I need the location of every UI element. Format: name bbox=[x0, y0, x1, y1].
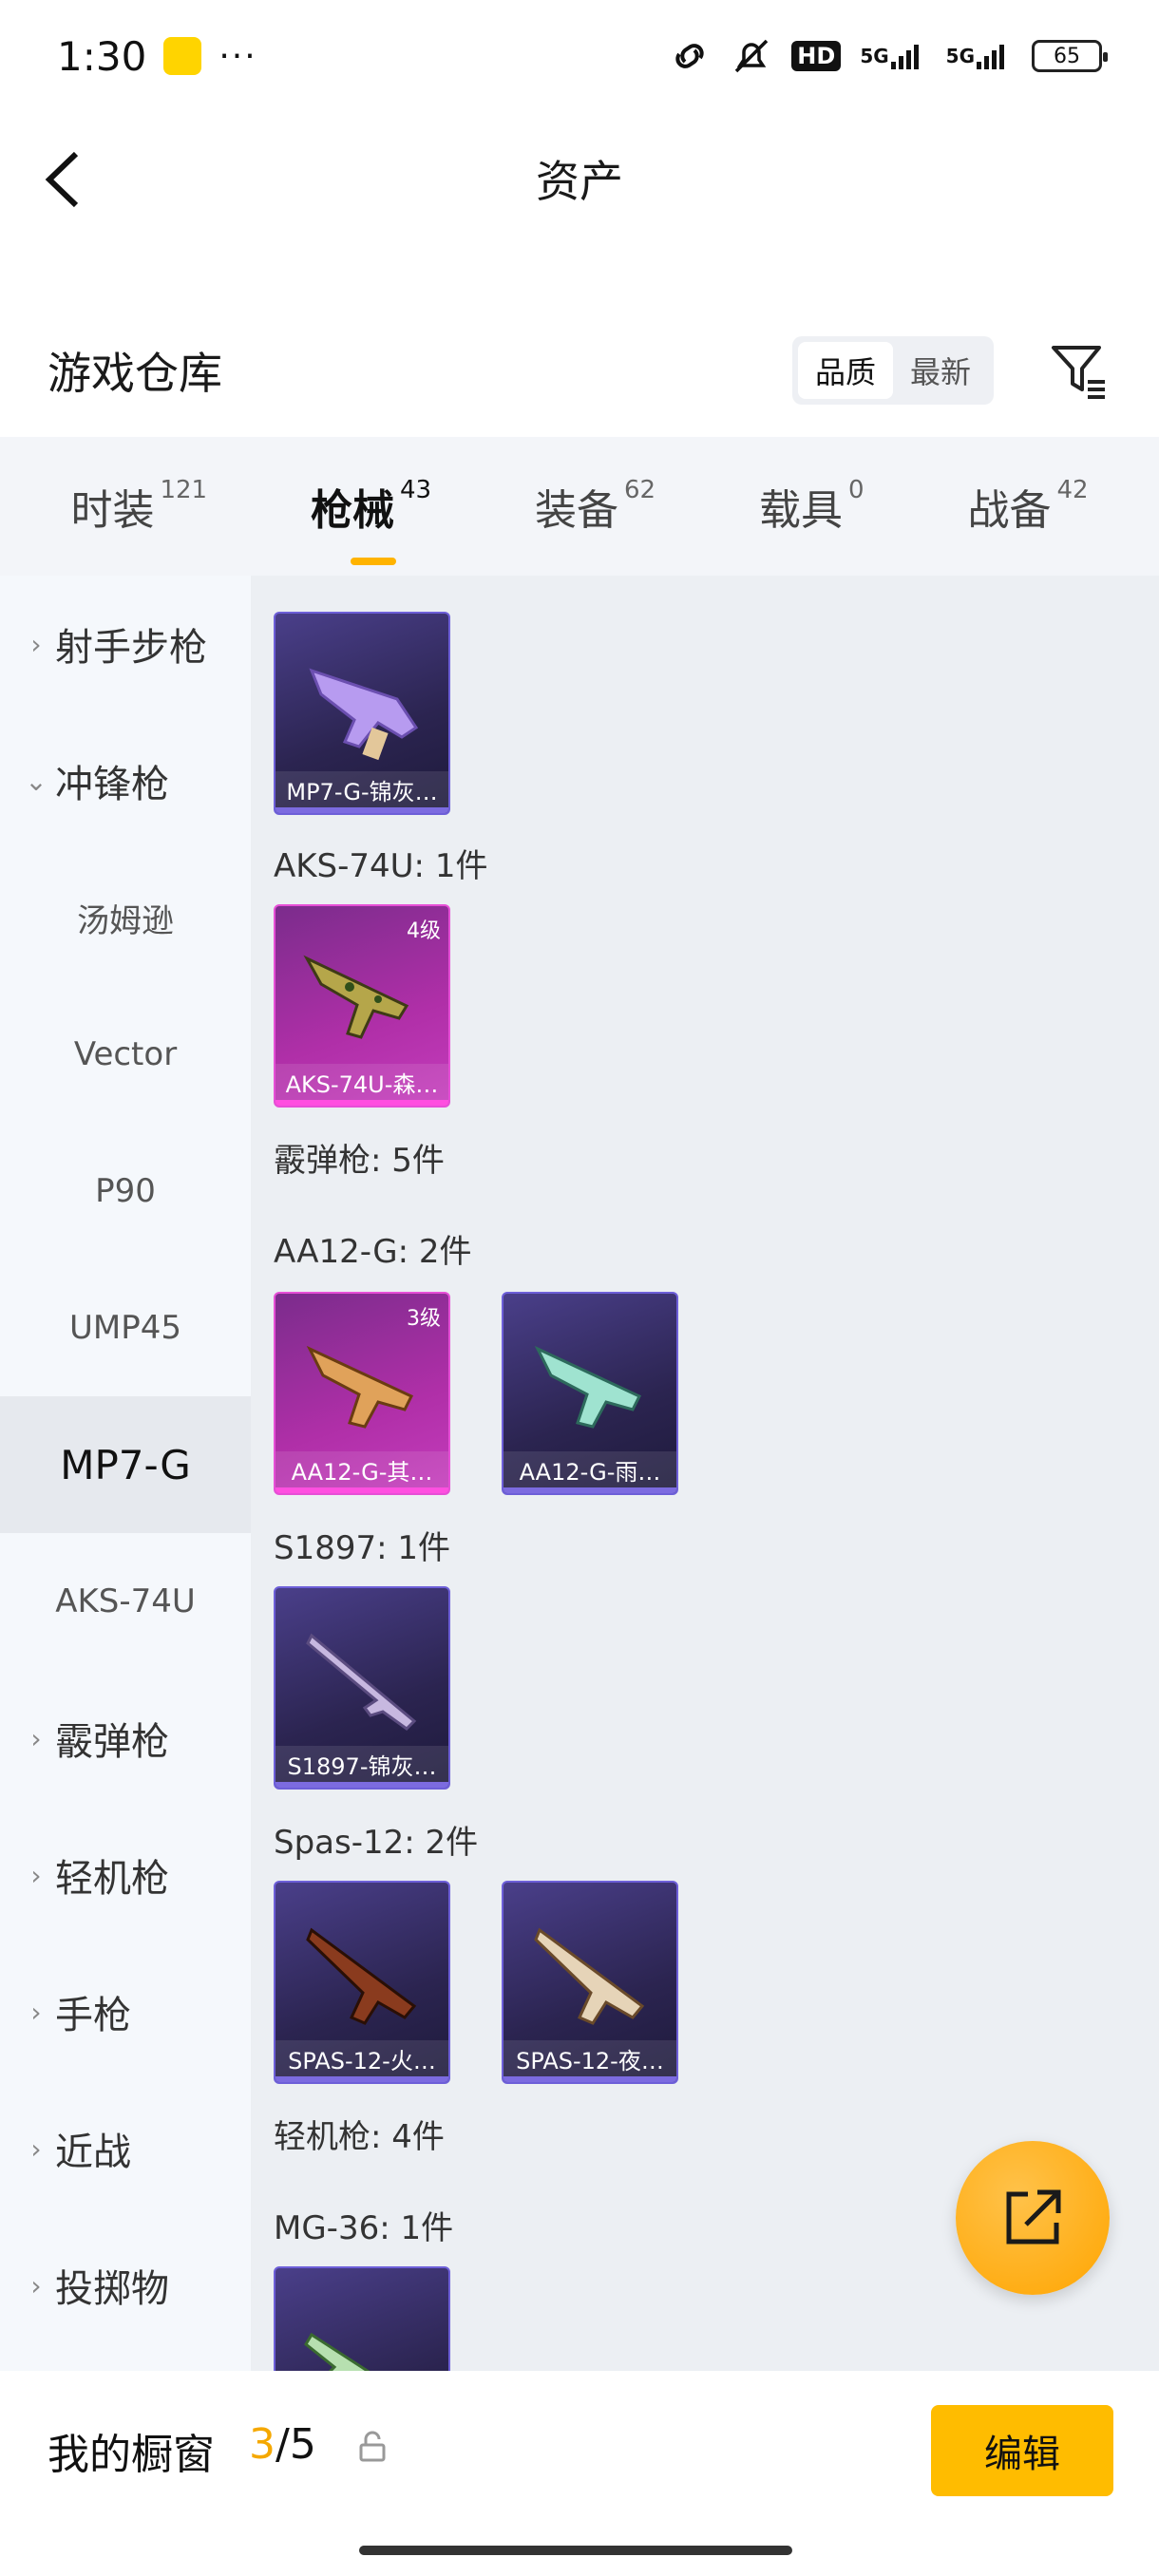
sort-newest[interactable]: 最新 bbox=[893, 342, 988, 399]
skin-card[interactable] bbox=[274, 2266, 450, 2371]
section-title: 游戏仓库 bbox=[48, 348, 222, 399]
link-icon bbox=[668, 41, 712, 71]
sidebar-item-ump45[interactable]: UMP45 bbox=[0, 1260, 251, 1396]
mute-icon bbox=[731, 37, 772, 75]
group-label: AKS-74U: 1件 bbox=[274, 847, 488, 885]
group-label: AA12-G: 2件 bbox=[274, 1233, 472, 1271]
showcase-label: 我的橱窗 bbox=[48, 2431, 215, 2479]
group-label: MG-36: 1件 bbox=[274, 2209, 454, 2247]
hd-badge: HD bbox=[791, 41, 842, 71]
chevron-right-icon: › bbox=[30, 2132, 42, 2165]
home-indicator bbox=[359, 2546, 792, 2555]
tab-weapons[interactable]: 枪械 43 bbox=[311, 476, 431, 565]
sidebar-item-smg[interactable]: ⌄ 冲锋枪 bbox=[0, 712, 251, 849]
spas12-skin-image bbox=[534, 1927, 645, 2025]
s1897-skin-image bbox=[306, 1633, 417, 1731]
more-notifications-icon: ··· bbox=[218, 36, 257, 76]
back-button[interactable] bbox=[38, 146, 95, 213]
share-button[interactable] bbox=[956, 2141, 1110, 2295]
sidebar-item-vector[interactable]: Vector bbox=[0, 986, 251, 1123]
sort-quality[interactable]: 品质 bbox=[797, 342, 893, 399]
tab-combat-gear[interactable]: 战备 42 bbox=[967, 476, 1088, 537]
tab-fashion[interactable]: 时装 121 bbox=[70, 476, 207, 537]
skin-name: AA12-G-雨… bbox=[504, 1451, 676, 1493]
nav-bar: 资产 bbox=[0, 112, 1159, 245]
skin-card[interactable]: 3级 AA12-G-其… bbox=[274, 1292, 450, 1495]
weapon-category-sidebar: › 射手步枪 ⌄ 冲锋枪 汤姆逊 Vector P90 UMP45 MP7-G AK… bbox=[0, 576, 251, 2371]
back-arrow-icon bbox=[45, 151, 79, 208]
skin-card[interactable]: AA12-G-雨… bbox=[502, 1292, 678, 1495]
sidebar-item-pistol[interactable]: › 手枪 bbox=[0, 1943, 251, 2080]
aks74u-skin-image bbox=[303, 955, 409, 1039]
skin-name: MP7-G-锦灰… bbox=[276, 771, 448, 813]
chevron-right-icon: › bbox=[30, 1722, 42, 1754]
share-icon bbox=[1006, 2189, 1061, 2245]
chevron-right-icon: › bbox=[30, 2269, 42, 2301]
group-label: 霰弹枪: 5件 bbox=[274, 1142, 445, 1180]
group-label: S1897: 1件 bbox=[274, 1529, 451, 1567]
tab-vehicles[interactable]: 载具 0 bbox=[759, 476, 864, 537]
weapon-list: MP7-G-锦灰… AKS-74U: 1件 4级 AKS-74U-森… 霰弹枪:… bbox=[251, 576, 1159, 2371]
skin-name: SPAS-12-火… bbox=[276, 2040, 448, 2082]
status-bar: 1:30 ··· HD 5G 5G 65 bbox=[0, 0, 1159, 112]
sidebar-item-aks74u[interactable]: AKS-74U bbox=[0, 1533, 251, 1670]
skin-name: S1897-锦灰… bbox=[276, 1746, 448, 1788]
active-tab-indicator bbox=[351, 558, 396, 565]
battery-level: 65 bbox=[1054, 44, 1080, 68]
chevron-right-icon: › bbox=[30, 628, 42, 660]
tab-equipment[interactable]: 装备 62 bbox=[535, 476, 656, 537]
app-notification-icon bbox=[163, 37, 202, 75]
group-label: Spas-12: 2件 bbox=[274, 1824, 479, 1862]
page-title: 资产 bbox=[536, 156, 623, 207]
skin-name: SPAS-12-夜… bbox=[504, 2040, 676, 2082]
sidebar-item-shotgun[interactable]: › 霰弹枪 bbox=[0, 1670, 251, 1807]
signal-icon: 5G bbox=[946, 41, 1013, 71]
showcase-count: 3/5 bbox=[249, 2420, 316, 2469]
showcase-bar: 我的橱窗 3/5 编辑 bbox=[0, 2371, 1159, 2576]
chevron-right-icon: › bbox=[30, 1859, 42, 1891]
mg36-skin-image bbox=[304, 2332, 370, 2371]
filter-button[interactable] bbox=[1045, 337, 1112, 404]
skin-card[interactable]: SPAS-12-夜… bbox=[502, 1881, 678, 2084]
status-time: 1:30 bbox=[57, 32, 147, 80]
lock-icon bbox=[359, 2431, 386, 2462]
battery-icon: 65 bbox=[1032, 40, 1108, 72]
chevron-down-icon: ⌄ bbox=[25, 765, 48, 797]
skin-card[interactable]: MP7-G-锦灰… bbox=[274, 612, 450, 815]
skin-card[interactable]: 4级 AKS-74U-森… bbox=[274, 904, 450, 1108]
sidebar-item-marksman-rifle[interactable]: › 射手步枪 bbox=[0, 576, 251, 712]
sidebar-item-throwable[interactable]: › 投掷物 bbox=[0, 2217, 251, 2354]
aa12-skin-image bbox=[306, 1345, 414, 1429]
sidebar-item-melee[interactable]: › 近战 bbox=[0, 2080, 251, 2217]
edit-button[interactable]: 编辑 bbox=[931, 2405, 1113, 2496]
group-label: 轻机枪: 4件 bbox=[274, 2118, 445, 2156]
chevron-right-icon: › bbox=[30, 1996, 42, 2028]
signal-icon: 5G bbox=[860, 41, 926, 71]
skin-name: AKS-74U-森… bbox=[276, 1064, 448, 1106]
sort-toggle: 品质 最新 bbox=[791, 336, 994, 405]
aa12-skin-image bbox=[534, 1345, 642, 1429]
sidebar-item-mp7g[interactable]: MP7-G bbox=[0, 1396, 251, 1533]
sidebar-item-thompson[interactable]: 汤姆逊 bbox=[0, 849, 251, 986]
spas12-skin-image bbox=[306, 1927, 417, 2025]
section-header: 游戏仓库 品质 最新 bbox=[0, 313, 1159, 427]
skin-card[interactable]: SPAS-12-火… bbox=[274, 1881, 450, 2084]
sidebar-item-lmg[interactable]: › 轻机枪 bbox=[0, 1807, 251, 1943]
skin-card[interactable]: S1897-锦灰… bbox=[274, 1586, 450, 1790]
content-area: › 射手步枪 ⌄ 冲锋枪 汤姆逊 Vector P90 UMP45 MP7-G AK… bbox=[0, 576, 1159, 2371]
skin-name: AA12-G-其… bbox=[276, 1451, 448, 1493]
category-tabs: 时装 121 枪械 43 装备 62 载具 0 战备 42 bbox=[0, 437, 1159, 576]
filter-icon bbox=[1052, 346, 1105, 399]
mp7-skin-image bbox=[309, 668, 419, 761]
sidebar-item-p90[interactable]: P90 bbox=[0, 1123, 251, 1260]
